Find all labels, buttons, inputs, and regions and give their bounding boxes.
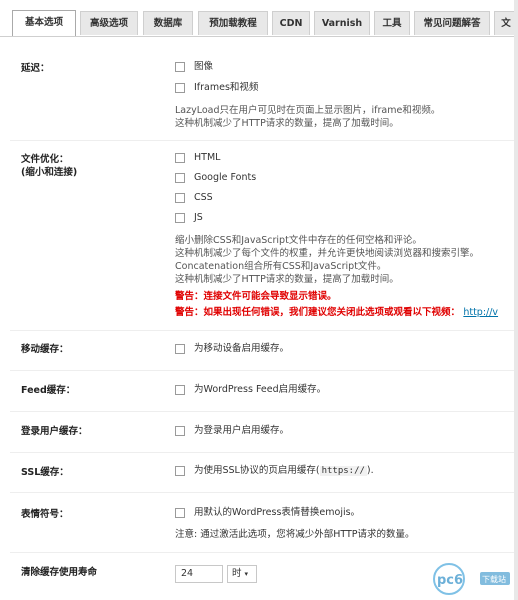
emoji-label: 表情符号： <box>21 509 69 520</box>
divider <box>10 452 515 453</box>
tab-database[interactable]: 数据库 <box>143 11 193 35</box>
logged-user-cache-checkbox[interactable] <box>175 426 185 436</box>
lazyload-label: 延迟： <box>21 63 50 74</box>
tab-faq[interactable]: 常见问题解答 <box>414 11 490 35</box>
purge-unit-value: 时 <box>232 568 242 579</box>
divider <box>10 552 515 553</box>
emoji-option-label: 用默认的WordPress表情替换emojis。 <box>194 507 361 518</box>
lazyload-description-line: LazyLoad只在用户可见时在页面上显示图片，iframe和视频。 <box>175 105 441 116</box>
divider <box>10 140 515 141</box>
tab-tools[interactable]: 工具 <box>374 11 410 35</box>
purge-lifespan-label: 清除缓存使用寿命 <box>21 567 98 578</box>
mobile-cache-option-label: 为移动设备启用缓存。 <box>194 343 290 354</box>
tab-preload-tutorial[interactable]: 预加载教程 <box>198 11 268 35</box>
tab-bar: 基本选项 高级选项 数据库 预加载教程 CDN Varnish 工具 常见问题解… <box>0 0 518 38</box>
scrollbar-edge <box>514 0 518 600</box>
html-option-label: HTML <box>194 152 221 163</box>
video-link[interactable]: http://v <box>463 307 498 318</box>
purge-unit-select[interactable]: 时 ▾ <box>227 565 257 583</box>
divider <box>10 330 515 331</box>
emoji-note: 注意: 通过激活此选项，您将减少外部HTTP请求的数量。 <box>175 529 415 540</box>
css-option-label: CSS <box>194 192 213 203</box>
minify-warning: 警告：连接文件可能会导致显示错误。 <box>175 291 337 302</box>
google-fonts-option-label: Google Fonts <box>194 172 257 183</box>
html-checkbox[interactable] <box>175 153 185 163</box>
chevron-down-icon: ▾ <box>244 570 249 578</box>
emoji-checkbox[interactable] <box>175 508 185 518</box>
logged-user-cache-option-label: 为登录用户启用缓存。 <box>194 425 290 436</box>
minify-description-line: 这种机制减少了HTTP请求的数量，提高了加载时间。 <box>175 274 399 285</box>
images-checkbox[interactable] <box>175 62 185 72</box>
watermark-logo: pc6 下载站 <box>432 562 512 596</box>
ssl-cache-option-label: 为使用SSL协议的页启用缓存(https://). <box>194 464 374 478</box>
tab-divider <box>0 36 518 37</box>
iframes-option-label: Iframes和视频 <box>194 82 259 93</box>
https-code: https:// <box>319 466 367 476</box>
minify-label: 文件优化： <box>21 154 69 165</box>
minify-warning-text: 警告：如果出现任何错误，我们建议您关闭此选项或观看以下视频： <box>175 307 461 318</box>
tab-basic-options[interactable]: 基本选项 <box>12 10 76 36</box>
purge-lifespan-input[interactable]: 24 <box>175 565 223 583</box>
iframes-checkbox[interactable] <box>175 83 185 93</box>
minify-description-line: 这种机制减少了每个文件的权重，并允许更快地阅读浏览器和搜索引擎。 <box>175 248 480 259</box>
watermark-text: pc6 <box>437 573 463 588</box>
minify-description-line: Concatenation组合所有CSS和JavaScript文件。 <box>175 261 387 272</box>
tab-varnish[interactable]: Varnish <box>314 11 370 35</box>
feed-cache-checkbox[interactable] <box>175 385 185 395</box>
tab-advanced-options[interactable]: 高级选项 <box>80 11 138 35</box>
lazyload-description-line: 这种机制减少了HTTP请求的数量，提高了加载时间。 <box>175 118 399 129</box>
js-checkbox[interactable] <box>175 213 185 223</box>
ssl-cache-label: SSL缓存： <box>21 467 69 478</box>
feed-cache-option-label: 为WordPress Feed启用缓存。 <box>194 384 327 395</box>
divider <box>10 492 515 493</box>
ssl-option-end: ). <box>366 465 374 476</box>
mobile-cache-label: 移动缓存： <box>21 344 69 355</box>
google-fonts-checkbox[interactable] <box>175 173 185 183</box>
minify-warning-video: 警告：如果出现任何错误，我们建议您关闭此选项或观看以下视频： http://v <box>175 306 498 319</box>
js-option-label: JS <box>194 212 203 223</box>
feed-cache-label: Feed缓存： <box>21 385 76 396</box>
ssl-cache-checkbox[interactable] <box>175 466 185 476</box>
divider <box>10 411 515 412</box>
minify-sublabel: (缩小和连接) <box>21 167 78 178</box>
images-option-label: 图像 <box>194 61 214 72</box>
ssl-option-text: 为使用SSL协议的页启用缓存( <box>194 465 320 476</box>
css-checkbox[interactable] <box>175 193 185 203</box>
logged-user-cache-label: 登录用户缓存： <box>21 426 88 437</box>
minify-description-line: 缩小删除CSS和JavaScript文件中存在的任何空格和评论。 <box>175 235 422 246</box>
divider <box>10 370 515 371</box>
mobile-cache-checkbox[interactable] <box>175 344 185 354</box>
tab-cdn[interactable]: CDN <box>272 11 310 35</box>
watermark-subtext: 下载站 <box>482 574 506 584</box>
